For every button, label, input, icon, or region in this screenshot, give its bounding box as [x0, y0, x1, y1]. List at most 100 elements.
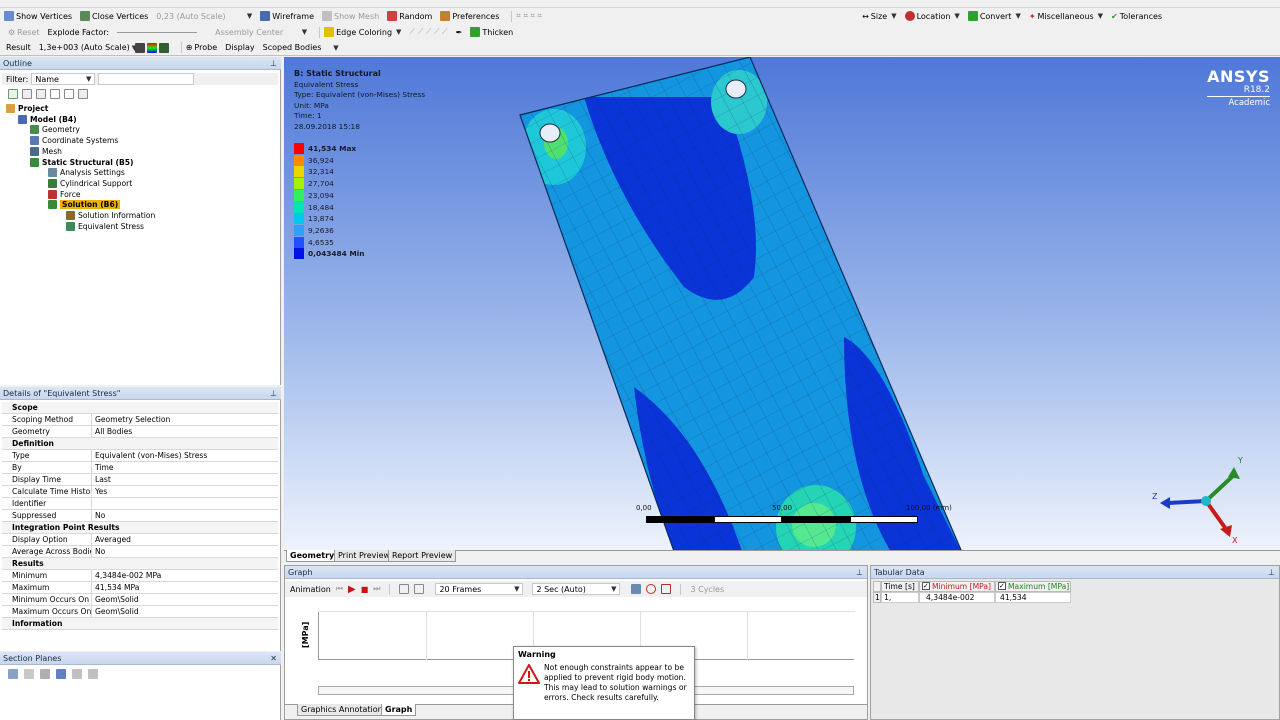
- duration-select[interactable]: 2 Sec (Auto) ▼: [532, 583, 621, 595]
- show-mesh-button[interactable]: Show Mesh: [322, 11, 379, 21]
- tree-item-equivalent-stress[interactable]: Equivalent Stress: [66, 221, 144, 232]
- details-group[interactable]: Scope: [2, 402, 278, 414]
- tab-geometry[interactable]: Geometry: [286, 550, 339, 562]
- tree-item-force[interactable]: Force: [48, 189, 81, 200]
- details-group[interactable]: Integration Point Results: [2, 522, 278, 534]
- reset-button[interactable]: ⚙ Reset: [8, 28, 40, 37]
- preferences-button[interactable]: Preferences: [440, 11, 499, 21]
- pin-icon[interactable]: ⊥: [856, 566, 863, 579]
- details-value[interactable]: Time: [92, 462, 278, 473]
- details-group[interactable]: Definition: [2, 438, 278, 450]
- details-value[interactable]: [92, 498, 278, 509]
- tree-item-solution-information[interactable]: Solution Information: [66, 210, 155, 221]
- show-plane-icon[interactable]: [72, 669, 82, 679]
- edit-plane-icon[interactable]: [56, 669, 66, 679]
- close-icon[interactable]: ✕: [270, 652, 277, 665]
- result-scale-select[interactable]: 1,3e+003 (Auto Scale)▼: [39, 43, 137, 52]
- size-menu[interactable]: ↔ Size ▼: [862, 12, 897, 21]
- export-video-icon[interactable]: [631, 584, 642, 594]
- axis-triad[interactable]: Y Z X: [1150, 449, 1250, 545]
- details-value[interactable]: No: [92, 546, 278, 557]
- details-value[interactable]: Geom\Solid: [92, 606, 278, 617]
- convert-menu[interactable]: Convert ▼: [967, 11, 1021, 21]
- details-row[interactable]: Minimum 4,3484e-002 MPa: [2, 570, 278, 582]
- graphics-viewport[interactable]: B: Static Structural Equivalent Stress T…: [284, 57, 1280, 550]
- sort-icon[interactable]: [78, 89, 88, 99]
- pin-tool[interactable]: ✒: [456, 28, 463, 37]
- result-sets-icon[interactable]: [414, 584, 425, 594]
- checkbox-checked-icon[interactable]: ✓: [922, 582, 930, 590]
- tab-graph[interactable]: Graph: [381, 704, 417, 716]
- tab-report-preview[interactable]: Report Preview: [388, 550, 457, 562]
- hide-plane-icon[interactable]: [88, 669, 98, 679]
- tree-item-model[interactable]: Model (B4): [18, 114, 77, 125]
- tree-item-mesh[interactable]: Mesh: [30, 146, 62, 157]
- expand-all-icon[interactable]: [50, 89, 60, 99]
- tree-item-analysis-settings[interactable]: Analysis Settings: [48, 167, 125, 178]
- details-value[interactable]: No: [92, 510, 278, 521]
- filter-select[interactable]: Name ▼: [31, 73, 96, 85]
- expand-icon[interactable]: [8, 89, 18, 99]
- details-row[interactable]: Display Option Averaged: [2, 534, 278, 546]
- show-vertices-button[interactable]: Show Vertices: [4, 11, 72, 21]
- tab-graphics-annotations[interactable]: Graphics Annotations: [297, 704, 391, 716]
- wireframe-button[interactable]: Wireframe: [260, 11, 314, 21]
- stress-model[interactable]: [284, 57, 1280, 550]
- pin-icon[interactable]: ⊥: [270, 387, 277, 400]
- close-vertices-button[interactable]: Close Vertices: [80, 11, 148, 21]
- tab-print-preview[interactable]: Print Preview: [334, 550, 395, 562]
- details-row[interactable]: Maximum Occurs On Geom\Solid: [2, 606, 278, 618]
- step-back-icon[interactable]: ⏮: [336, 584, 343, 594]
- frames-select[interactable]: 20 Frames ▼: [435, 583, 524, 595]
- display-select[interactable]: Scoped Bodies ▼: [263, 43, 339, 52]
- cell-minimum[interactable]: 4,3484e-002: [919, 592, 995, 603]
- details-value[interactable]: 41,534 MPa: [92, 582, 278, 593]
- play-icon[interactable]: ▶: [348, 584, 356, 595]
- details-row[interactable]: Type Equivalent (von-Mises) Stress: [2, 450, 278, 462]
- thicken-button[interactable]: Thicken: [470, 27, 513, 37]
- delete-plane-icon[interactable]: [40, 669, 50, 679]
- details-group[interactable]: Results: [2, 558, 278, 570]
- step-forward-icon[interactable]: ⏭: [373, 584, 380, 594]
- contour-tools[interactable]: [134, 42, 169, 53]
- filter-input[interactable]: [98, 73, 195, 85]
- tree-item-static-structural[interactable]: Static Structural (B5): [30, 157, 134, 168]
- collapse-all-icon[interactable]: [64, 89, 74, 99]
- stop-icon[interactable]: ■: [361, 585, 369, 594]
- tree-item-cylindrical-support[interactable]: Cylindrical Support: [48, 178, 132, 189]
- details-value[interactable]: All Bodies: [92, 426, 278, 437]
- checkbox-checked-icon[interactable]: ✓: [998, 582, 1006, 590]
- details-row[interactable]: Calculate Time History Yes: [2, 486, 278, 498]
- assembly-center-select[interactable]: Assembly Center ▼: [215, 28, 307, 37]
- explode-factor-slider[interactable]: [117, 31, 207, 33]
- pin-icon[interactable]: ⊥: [1268, 566, 1275, 579]
- details-row[interactable]: Display Time Last: [2, 474, 278, 486]
- cell-maximum[interactable]: 41,534: [995, 592, 1071, 603]
- pin-icon[interactable]: ⊥: [270, 57, 277, 70]
- grid-icon[interactable]: [661, 584, 672, 594]
- zoom-icon[interactable]: [646, 584, 657, 594]
- details-value[interactable]: Equivalent (von-Mises) Stress: [92, 450, 278, 461]
- copy-plane-icon[interactable]: [24, 669, 34, 679]
- column-header-time[interactable]: Time [s]: [881, 581, 919, 592]
- details-value[interactable]: Geom\Solid: [92, 594, 278, 605]
- collapse-icon[interactable]: [22, 89, 32, 99]
- details-value[interactable]: 4,3484e-002 MPa: [92, 570, 278, 581]
- column-header-minimum[interactable]: ✓ Minimum [MPa]: [919, 581, 995, 592]
- details-value[interactable]: Last: [92, 474, 278, 485]
- details-row[interactable]: Geometry All Bodies: [2, 426, 278, 438]
- details-row[interactable]: Minimum Occurs On Geom\Solid: [2, 594, 278, 606]
- details-value[interactable]: Geometry Selection: [92, 414, 278, 425]
- details-row[interactable]: Scoping Method Geometry Selection: [2, 414, 278, 426]
- table-row[interactable]: 1 1, 4,3484e-002 41,534: [873, 592, 1071, 603]
- tree-item-coordinate-systems[interactable]: Coordinate Systems: [30, 135, 118, 146]
- details-row[interactable]: Average Across Bodies No: [2, 546, 278, 558]
- miscellaneous-menu[interactable]: ✦ Miscellaneous ▼: [1029, 12, 1103, 21]
- column-header-maximum[interactable]: ✓ Maximum [MPa]: [995, 581, 1071, 592]
- details-value[interactable]: Averaged: [92, 534, 278, 545]
- tolerances-button[interactable]: ✔ Tolerances: [1111, 12, 1162, 21]
- details-group[interactable]: Information: [2, 618, 278, 630]
- tree-item-solution[interactable]: Solution (B6): [48, 199, 121, 210]
- details-row[interactable]: Identifier: [2, 498, 278, 510]
- details-row[interactable]: Maximum 41,534 MPa: [2, 582, 278, 594]
